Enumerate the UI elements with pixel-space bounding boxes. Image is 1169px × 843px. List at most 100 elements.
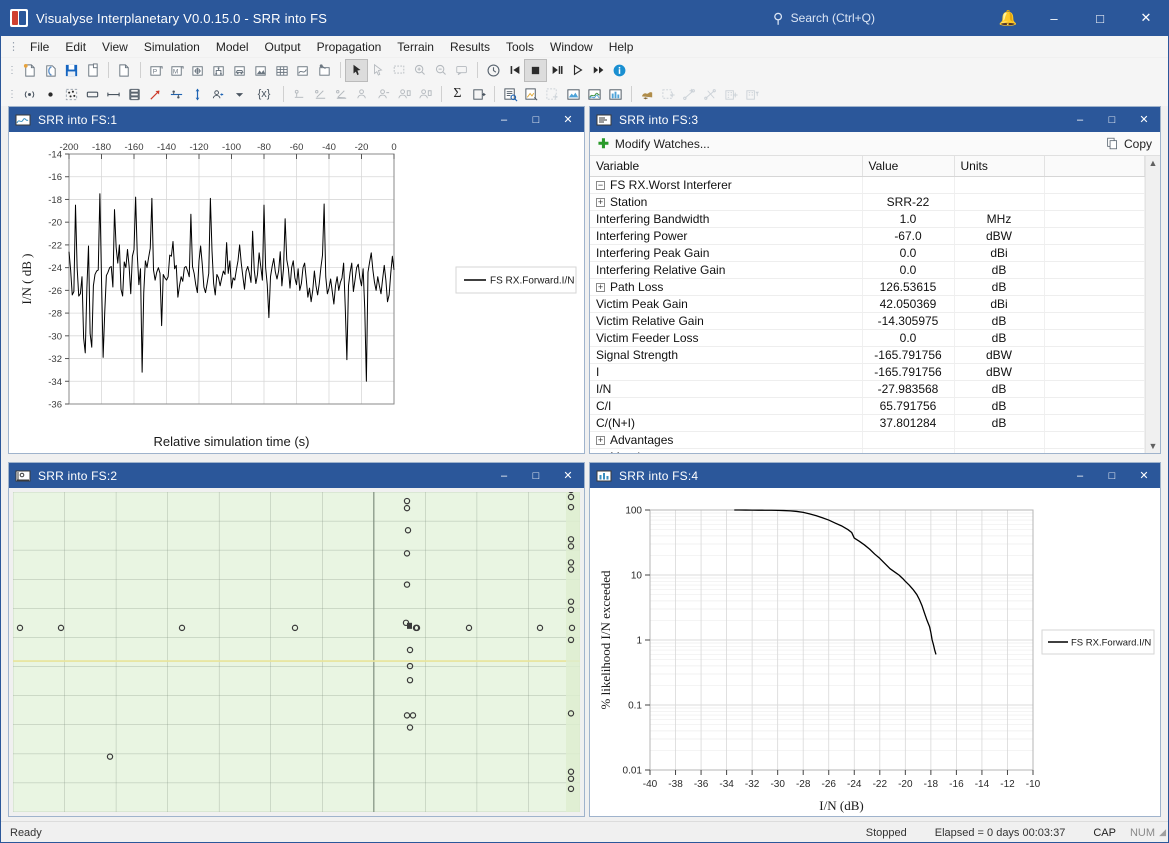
transmitter-icon[interactable] [19,84,40,105]
rubber-band-icon[interactable] [388,60,409,81]
mdi-window-chart2[interactable]: SRR into FS:4 – □ ✕ 0.01 0.1 1 10 100 -40 -38-… [589,462,1161,817]
watch-row[interactable]: Interfering Peak Gain 0.0 dBi [590,244,1145,262]
new-model-icon[interactable]: M [167,60,188,81]
fast-forward-icon[interactable] [588,60,609,81]
column-header-variable[interactable]: Variable [590,156,863,177]
watch-row[interactable]: C/(N+I) 37.801284 dB [590,414,1145,432]
line-chart-icon[interactable] [584,84,605,105]
new-antenna-icon[interactable] [188,60,209,81]
bell-icon[interactable]: 🔔 [985,0,1031,36]
watch-row[interactable]: I/N -27.983568 dB [590,380,1145,398]
vertical-link-icon[interactable] [187,84,208,105]
constellation-icon[interactable] [61,84,82,105]
menu-simulation[interactable]: Simulation [136,38,208,56]
menu-tools[interactable]: Tools [498,38,542,56]
watch-row[interactable]: Victim Relative Gain -14.305975 dB [590,312,1145,330]
save-icon[interactable] [61,60,82,81]
menu-help[interactable]: Help [601,38,642,56]
mdi-titlebar-watch[interactable]: SRR into FS:3 – □ ✕ [590,107,1160,132]
terrain-add-icon[interactable] [658,84,679,105]
mdi-titlebar-chart1[interactable]: SRR into FS:1 – □ ✕ [9,107,584,132]
menu-file[interactable]: File [22,38,57,56]
collapse-icon[interactable]: − [596,181,605,191]
new-graph-icon[interactable] [293,60,314,81]
watch-row[interactable]: C/I 65.791756 dB [590,397,1145,415]
play-icon[interactable] [567,60,588,81]
maximize-button[interactable]: □ [1077,0,1123,36]
watch-minimize-button[interactable]: – [1064,107,1096,132]
watch-row[interactable]: Interfering Relative Gain 0.0 dB [590,261,1145,279]
new-propagation-icon[interactable]: P [146,60,167,81]
chart2-maximize-button[interactable]: □ [1096,463,1128,488]
chevron-up-icon[interactable]: ▲ [1149,156,1158,170]
chart1-maximize-button[interactable]: □ [520,107,552,132]
export-icon[interactable] [468,84,489,105]
zoom-out-icon[interactable] [430,60,451,81]
watch-row[interactable]: + Path Loss 126.53615 dB [590,278,1145,296]
map-maximize-button[interactable]: □ [520,463,552,488]
new-vehicle-icon[interactable] [230,60,251,81]
interference-path-6-icon[interactable] [394,84,415,105]
map-close-button[interactable]: ✕ [552,463,584,488]
watch-row[interactable]: Victim Feeder Loss 0.0 dB [590,329,1145,347]
expand-icon[interactable]: + [596,436,605,446]
select-pointer-icon[interactable] [345,58,368,82]
watch-row[interactable]: + Advantages [590,431,1145,449]
mdi-titlebar-chart2[interactable]: SRR into FS:4 – □ ✕ [590,463,1160,488]
chart2-minimize-button[interactable]: – [1064,463,1096,488]
close-button[interactable]: ✕ [1123,0,1169,36]
pointing-icon[interactable] [145,84,166,105]
zoom-in-icon[interactable] [409,60,430,81]
new-table-icon[interactable] [272,60,293,81]
column-header-units[interactable]: Units [954,156,1045,177]
chart1-close-button[interactable]: ✕ [552,107,584,132]
watch-row[interactable]: − FS RX.Worst Interferer [590,176,1145,194]
modify-watches-button[interactable]: Modify Watches... [615,137,710,151]
watch-row[interactable]: I -165.791756 dBW [590,363,1145,381]
path-analysis-icon[interactable] [700,84,721,105]
save-as-icon[interactable] [82,60,103,81]
chevron-down-icon[interactable]: ▼ [1149,439,1158,453]
menu-output[interactable]: Output [257,38,309,56]
watch-maximize-button[interactable]: □ [1096,107,1128,132]
watch-search-icon[interactable] [521,84,542,105]
interference-path-7-icon[interactable] [415,84,436,105]
sigma-icon[interactable]: Σ [447,84,468,105]
terrain-database-icon[interactable] [637,84,658,105]
area-chart-icon[interactable] [563,84,584,105]
watch-row[interactable]: + Station SRR-22 [590,193,1145,211]
watch-close-button[interactable]: ✕ [1128,107,1160,132]
dropdown-arrow-icon[interactable] [229,84,250,105]
interference-path-4-icon[interactable] [352,84,373,105]
map-station-marker[interactable] [568,492,574,494]
menu-window[interactable]: Window [542,38,601,56]
watch-row[interactable]: Interfering Power -67.0 dBW [590,227,1145,245]
chart2-close-button[interactable]: ✕ [1128,463,1160,488]
map-minimize-button[interactable]: – [488,463,520,488]
building-add-icon[interactable] [721,84,742,105]
mdi-titlebar-map[interactable]: SRR into FS:2 – □ ✕ [9,463,584,488]
group-link-icon[interactable] [208,84,229,105]
watch-row[interactable]: Victim Peak Gain 42.050369 dBi [590,295,1145,313]
expand-icon[interactable]: + [596,283,605,293]
variable-icon[interactable]: {x} [250,84,278,105]
resize-grip-icon[interactable]: ◢ [1155,827,1169,838]
chart1-plot-area[interactable]: -200 -180 -160 -140 -120 -100 -80 -60 -40 -20 0 -14… [9,132,584,453]
link-icon[interactable] [103,84,124,105]
bar-chart-icon[interactable] [605,84,626,105]
menu-results[interactable]: Results [442,38,498,56]
clock-icon[interactable] [483,60,504,81]
interference-path-3-icon[interactable] [331,84,352,105]
watch-vertical-scrollbar[interactable]: ▲ ▼ [1145,156,1160,453]
path-profile-icon[interactable] [679,84,700,105]
chart1-minimize-button[interactable]: – [488,107,520,132]
column-header-value[interactable]: Value [862,156,955,177]
new-file-icon[interactable] [19,60,40,81]
new-view-icon[interactable] [314,60,335,81]
stop-icon[interactable] [524,58,547,82]
map-station-cluster[interactable] [407,622,412,629]
rectangle-area-icon[interactable] [82,84,103,105]
watch-window-icon[interactable] [500,84,521,105]
menu-view[interactable]: View [94,38,136,56]
watch-add-icon[interactable] [542,84,563,105]
